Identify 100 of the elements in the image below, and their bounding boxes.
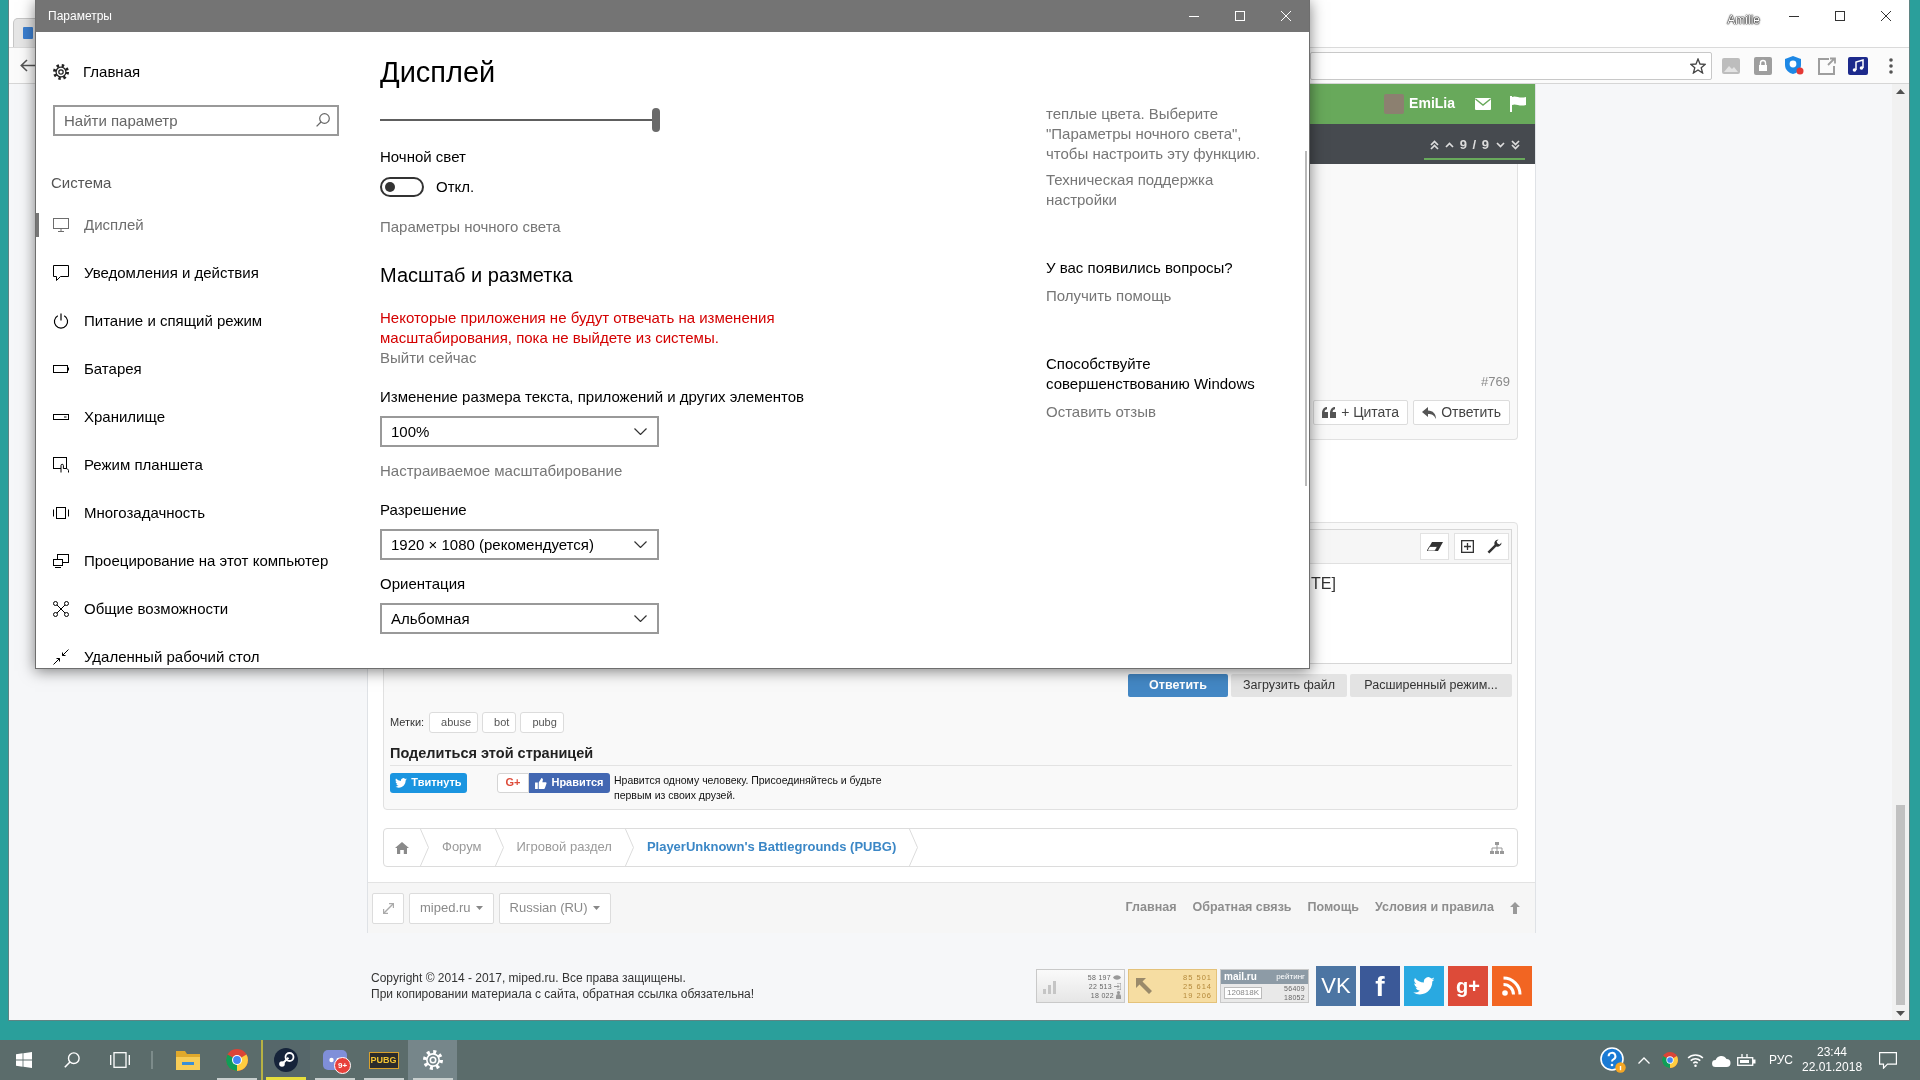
taskbar-button[interactable]: [261, 1040, 310, 1080]
footer-link[interactable]: Обратная связь: [1192, 900, 1292, 916]
scrollbar-thumb[interactable]: [1896, 805, 1905, 1005]
counter-caption: рейтинг: [1276, 972, 1305, 982]
social-button[interactable]: [1492, 966, 1532, 1006]
editor-field[interactable]: TE]: [1310, 529, 1512, 664]
settings-link[interactable]: Параметры ночного света: [380, 217, 561, 237]
browser-tab[interactable]: [13, 18, 36, 47]
settings-link[interactable]: Техническая поддержка настройки: [1046, 170, 1286, 210]
nav-item[interactable]: Хранилище: [36, 405, 380, 429]
dropdown[interactable]: 100%: [380, 416, 659, 447]
battery-plug-icon[interactable]: [1736, 1054, 1756, 1066]
editor-tool-button[interactable]: [1461, 540, 1475, 553]
social-button[interactable]: VK: [1316, 966, 1356, 1006]
nav-item[interactable]: Дисплей: [36, 213, 380, 237]
dropdown[interactable]: 1920 × 1080 (рекомендуется): [380, 529, 659, 560]
gear-icon: [422, 1050, 443, 1070]
shield-icon[interactable]: [1785, 56, 1804, 75]
chevron-up-icon[interactable]: [1444, 142, 1454, 148]
arrow-up-icon[interactable]: [1896, 89, 1905, 94]
envelope-icon[interactable]: [1475, 98, 1491, 110]
search-icon[interactable]: [316, 113, 330, 127]
plus-square-icon: [1461, 540, 1475, 553]
tag-link[interactable]: bot: [482, 712, 517, 733]
nav-item[interactable]: Уведомления и действия: [36, 261, 380, 285]
breadcrumb-link[interactable]: Игровой раздел: [503, 839, 625, 856]
reply-arrow-icon: [1422, 406, 1437, 419]
dropdown[interactable]: Альбомная: [380, 603, 659, 634]
breadcrumb-link[interactable]: PlayerUnknown's Battlegrounds (PUBG): [633, 839, 910, 856]
cloud-icon[interactable]: [1710, 1053, 1731, 1067]
nav-item[interactable]: Многозадачность: [36, 501, 380, 525]
nav-item[interactable]: Удаленный рабочий стол: [36, 645, 380, 668]
music-icon[interactable]: [1848, 56, 1868, 75]
dropdown-button[interactable]: miped.ru: [409, 892, 494, 924]
editor-tool-button[interactable]: [1486, 539, 1502, 554]
chevron-down-icon[interactable]: [1496, 142, 1505, 148]
footer-link[interactable]: Главная: [1125, 900, 1177, 916]
home-link[interactable]: Главная: [53, 60, 141, 84]
user-name[interactable]: EmiLia: [1409, 95, 1455, 113]
lock-icon[interactable]: [1754, 56, 1772, 75]
arrow-left-icon: [19, 59, 35, 72]
sitemap-icon[interactable]: [1490, 841, 1504, 854]
address-field[interactable]: [1310, 51, 1712, 80]
settings-link[interactable]: Настраиваемое масштабирование: [380, 461, 623, 481]
post-number[interactable]: #769: [1481, 374, 1510, 390]
nav-item[interactable]: Режим планшета: [36, 453, 380, 477]
form-button[interactable]: Загрузить файл: [1231, 674, 1347, 697]
setting-label: Изменение размера текста, приложений и других элементов: [380, 387, 805, 407]
star-icon[interactable]: [1690, 57, 1706, 74]
nav-item[interactable]: Общие возможности: [36, 597, 380, 621]
slider-thumb[interactable]: [652, 108, 660, 132]
footer-link[interactable]: Условия и правила: [1374, 900, 1494, 916]
footer-link[interactable]: Помощь: [1307, 900, 1359, 916]
form-button[interactable]: Расширенный режим...: [1350, 674, 1512, 697]
copyright-text: Copyright © 2014 - 2017, miped.ru. Все права защищены.: [371, 970, 686, 986]
settings-link[interactable]: Получить помощь: [1046, 286, 1172, 306]
social-button[interactable]: g+: [1448, 966, 1488, 1006]
tag-link[interactable]: abuse: [429, 712, 479, 733]
profile-name[interactable]: Amilie: [1727, 13, 1760, 28]
question-icon[interactable]: [1599, 1047, 1626, 1073]
aside-heading: Способствуйте совершенствованию Windows: [1046, 354, 1256, 394]
search-field[interactable]: Найти параметр: [53, 105, 339, 136]
breadcrumb-link[interactable]: Форум: [429, 839, 495, 856]
wifi-icon[interactable]: [1686, 1053, 1704, 1067]
more-icon[interactable]: [1889, 57, 1893, 74]
task-view-icon: [110, 1052, 130, 1068]
toggle-switch[interactable]: [380, 177, 424, 197]
scrollbar-thumb[interactable]: [1305, 151, 1307, 486]
tweet-button[interactable]: Твитнуть: [390, 773, 467, 793]
double-chevron-down-icon[interactable]: [1511, 140, 1520, 150]
settings-link[interactable]: Выйти сейчас: [380, 348, 477, 368]
window-title: Параметры: [48, 8, 112, 25]
settings-link[interactable]: Оставить отзыв: [1046, 402, 1156, 422]
like-button[interactable]: Нравится: [529, 773, 610, 793]
rss-icon: [1502, 976, 1522, 996]
post-action-button[interactable]: Ответить: [1413, 400, 1510, 425]
dropdown-button[interactable]: Russian (RU): [498, 892, 611, 924]
clock[interactable]: 23:44 22.01.2018: [1802, 1045, 1862, 1075]
language-button[interactable]: РУС: [1768, 1052, 1793, 1068]
nav-item[interactable]: Питание и спящий режим: [36, 309, 380, 333]
tag-link[interactable]: pubg: [520, 712, 564, 733]
double-chevron-up-icon[interactable]: [1429, 140, 1439, 150]
nav-item[interactable]: Проецирование на этот компьютер: [36, 549, 380, 573]
wrench-icon: [1486, 539, 1502, 554]
caret-icon: [592, 906, 600, 910]
round-logo-icon[interactable]: [1661, 1052, 1678, 1068]
post-action-button[interactable]: + Цитата: [1313, 400, 1409, 425]
screens-icon: [53, 554, 69, 568]
chevron-down-icon: [634, 615, 647, 622]
social-button[interactable]: [1404, 966, 1444, 1006]
arrow-down-icon[interactable]: [1896, 1011, 1905, 1016]
square-arrow-icon[interactable]: [1818, 56, 1836, 75]
nav-item[interactable]: Батарея: [36, 357, 380, 381]
share-button[interactable]: G+: [497, 773, 529, 793]
battery-icon: [53, 365, 69, 373]
page-counter: 9 / 9: [1459, 136, 1490, 154]
social-button[interactable]: f: [1360, 966, 1400, 1006]
counter-value: 120818K: [1224, 987, 1263, 999]
form-button[interactable]: Ответить: [1128, 674, 1228, 697]
flag-icon[interactable]: [1510, 96, 1526, 112]
